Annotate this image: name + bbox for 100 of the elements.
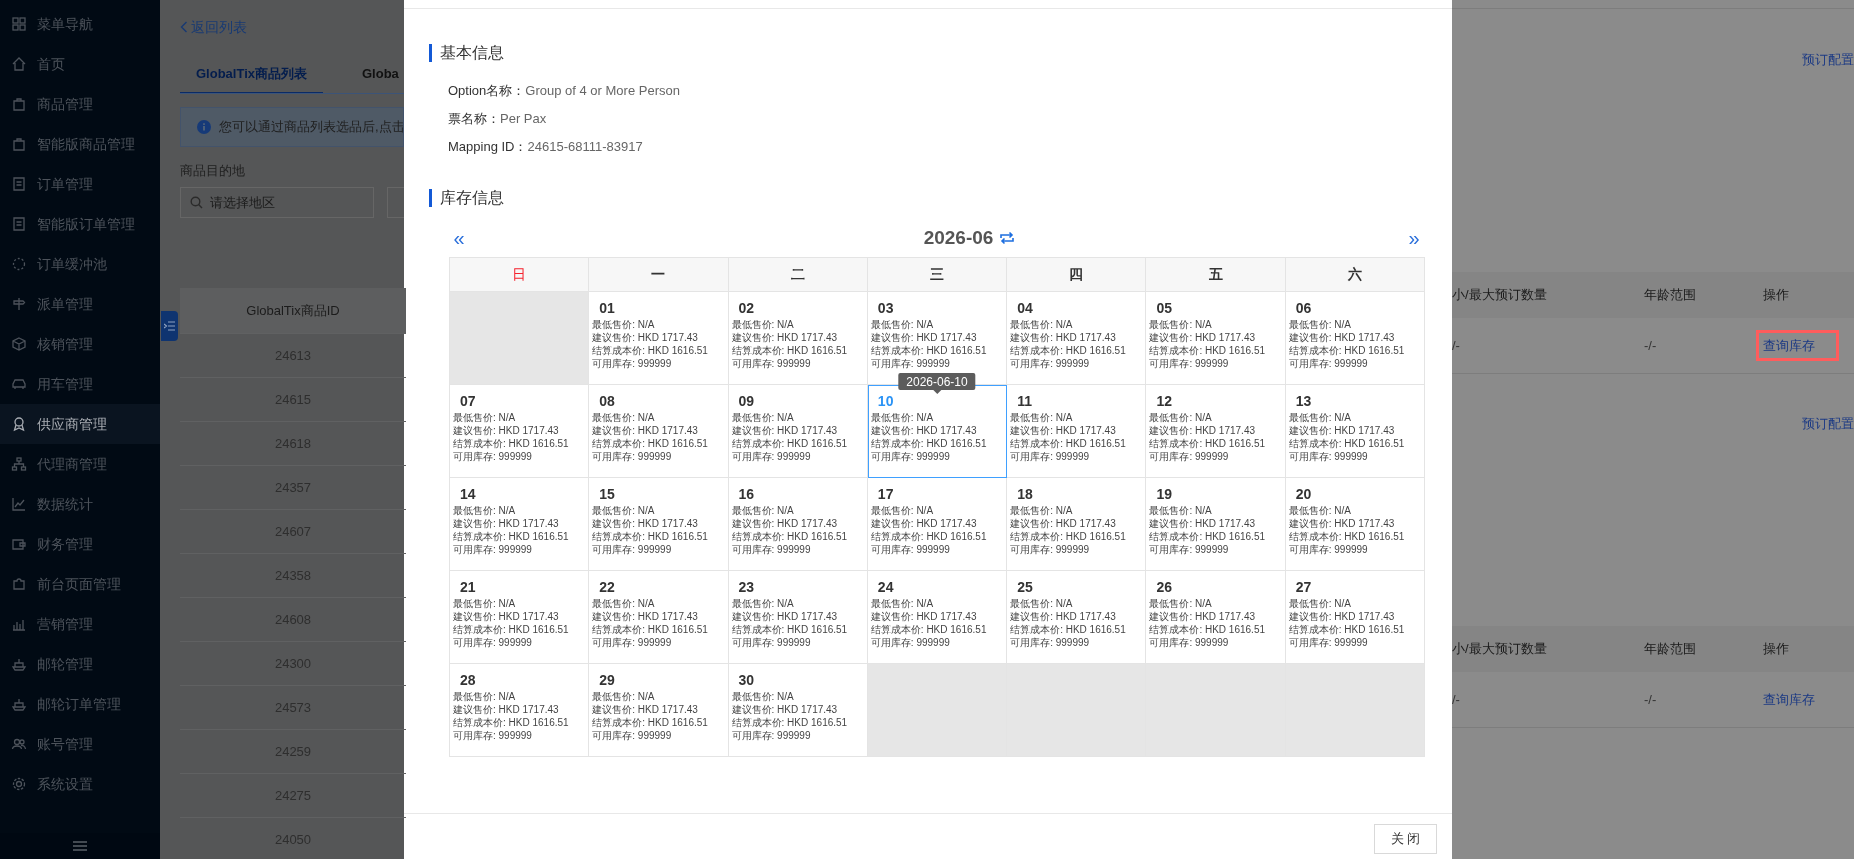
cell-text: 可用库存: 999999 xyxy=(592,357,673,370)
day-cell[interactable]: 12 最低售价: N/A 建议售价: HKD 1717.43 结算成本价: HKD 1616.51 可用库存: 999999 xyxy=(1146,385,1286,478)
cell-text: 可用库存: 999999 xyxy=(592,543,673,556)
cell-text: 结算成本价: HKD 1616.51 xyxy=(731,623,849,636)
cell-text: 可用库存: 999999 xyxy=(1288,450,1369,463)
document-icon xyxy=(11,216,27,232)
cell-text: 可用库存: 999999 xyxy=(453,636,533,649)
next-button[interactable]: » xyxy=(1404,228,1424,248)
day-number: 04 xyxy=(1017,299,1034,317)
day-cell[interactable]: 07 最低售价: N/A 建议售价: HKD 1717.43 结算成本价: HKD 1616.51 可用库存: 999999 xyxy=(450,385,590,478)
cell-text: 建议售价: HKD 1717.43 xyxy=(1149,517,1257,530)
day-cell[interactable]: 13 最低售价: N/A 建议售价: HKD 1717.43 结算成本价: HKD 1616.51 可用库存: 999999 xyxy=(1285,385,1425,478)
sidebar-item[interactable]: 供应商管理 xyxy=(0,404,160,444)
info-value: Per Pax xyxy=(500,110,547,128)
column-header: 操作 xyxy=(1763,286,1789,305)
day-cell[interactable]: 30 最低售价: N/A 建议售价: HKD 1717.43 结算成本价: HKD 1616.51 可用库存: 999999 xyxy=(728,664,868,757)
cell-text: 可用库存: 999999 xyxy=(592,450,673,463)
day-cell[interactable]: 20 最低售价: N/A 建议售价: HKD 1717.43 结算成本价: HKD 1616.51 可用库存: 999999 xyxy=(1285,478,1425,571)
cell-text: 建议售价: HKD 1717.43 xyxy=(1010,517,1117,530)
cell-text: 建议售价: HKD 1717.43 xyxy=(870,331,978,344)
info-icon xyxy=(197,120,211,134)
day-cell[interactable]: 16 最低售价: N/A 建议售价: HKD 1717.43 结算成本价: HKD 1616.51 可用库存: 999999 xyxy=(728,478,868,571)
cell-text: 最低售价: N/A xyxy=(1010,504,1074,517)
users-icon xyxy=(11,736,27,752)
cell-text: 可用库存: 999999 xyxy=(1288,543,1369,556)
cell-text: 建议售价: HKD 1717.43 xyxy=(731,703,839,716)
day-number: 07 xyxy=(460,392,477,410)
day-cell[interactable]: 04 最低售价: N/A 建议售价: HKD 1717.43 结算成本价: HKD 1616.51 可用库存: 999999 xyxy=(1007,292,1147,385)
cell-text: 可用库存: 999999 xyxy=(1288,357,1369,370)
day-cell[interactable]: 08 最低售价: N/A 建议售价: HKD 1717.43 结算成本价: HKD 1616.51 可用库存: 999999 xyxy=(589,385,729,478)
cell-text: 结算成本价: HKD 1616.51 xyxy=(453,530,570,543)
cell-text: 最低售价: N/A xyxy=(1010,597,1074,610)
grid-icon xyxy=(11,16,27,32)
cell-text: 建议售价: HKD 1717.43 xyxy=(1149,424,1257,437)
cell-text: 建议售价: HKD 1717.43 xyxy=(592,424,699,437)
refresh-icon[interactable] xyxy=(999,231,1016,245)
cell-text: 结算成本价: HKD 1616.51 xyxy=(592,623,709,636)
table-cell-text: -/- xyxy=(1644,336,1658,355)
cell-text: 建议售价: HKD 1717.43 xyxy=(731,517,839,530)
cell-text: 建议售价: HKD 1717.43 xyxy=(870,517,978,530)
cell-text: 建议售价: HKD 1717.43 xyxy=(1149,331,1257,344)
cell-text: 建议售价: HKD 1717.43 xyxy=(592,331,699,344)
day-cell[interactable]: 15 最低售价: N/A 建议售价: HKD 1717.43 结算成本价: HKD 1616.51 可用库存: 999999 xyxy=(589,478,729,571)
spinner-icon xyxy=(11,256,27,272)
bag-icon xyxy=(11,136,27,152)
day-number: 19 xyxy=(1156,485,1173,503)
section-title: 基本信息 xyxy=(440,43,504,63)
cell-text: 可用库存: 999999 xyxy=(870,543,951,556)
day-cell[interactable]: 09 最低售价: N/A 建议售价: HKD 1717.43 结算成本价: HKD 1616.51 可用库存: 999999 xyxy=(728,385,868,478)
cell-text: 结算成本价: HKD 1616.51 xyxy=(731,530,849,543)
cell-text: 最低售价: N/A xyxy=(453,504,517,517)
day-cell[interactable]: 29 最低售价: N/A 建议售价: HKD 1717.43 结算成本价: HKD 1616.51 可用库存: 999999 xyxy=(589,664,729,757)
day-cell[interactable]: 22 最低售价: N/A 建议售价: HKD 1717.43 结算成本价: HKD 1616.51 可用库存: 999999 xyxy=(589,571,729,664)
cell-text: 可用库存: 999999 xyxy=(731,729,812,742)
info-label: 票名称： xyxy=(448,110,500,128)
cell-text: 建议售价: HKD 1717.43 xyxy=(1010,331,1117,344)
day-number: 27 xyxy=(1295,578,1313,596)
day-number: 22 xyxy=(599,578,616,596)
menu-icon[interactable] xyxy=(72,840,88,852)
day-number: 17 xyxy=(877,485,895,503)
cell-text: 最低售价: N/A xyxy=(731,411,795,424)
day-cell[interactable]: 28 最低售价: N/A 建议售价: HKD 1717.43 结算成本价: HKD 1616.51 可用库存: 999999 xyxy=(450,664,590,757)
day-cell[interactable]: 17 最低售价: N/A 建议售价: HKD 1717.43 结算成本价: HKD 1616.51 可用库存: 999999 xyxy=(867,478,1008,571)
cell-text: 可用库存: 999999 xyxy=(1010,450,1091,463)
close-button[interactable]: 关 闭 xyxy=(1374,824,1437,854)
calendar-title: 2026-06 xyxy=(923,225,994,250)
day-number: 26 xyxy=(1156,578,1173,596)
day-number: 30 xyxy=(738,671,756,689)
cell-text: 最低售价: N/A xyxy=(1149,504,1213,517)
day-cell[interactable]: 18 最低售价: N/A 建议售价: HKD 1717.43 结算成本价: HKD 1616.51 可用库存: 999999 xyxy=(1007,478,1147,571)
cell-text: 结算成本价: HKD 1616.51 xyxy=(1288,530,1406,543)
day-cell[interactable]: 02 最低售价: N/A 建议售价: HKD 1717.43 结算成本价: HKD 1616.51 可用库存: 999999 xyxy=(728,292,868,385)
cell-text: 建议售价: HKD 1717.43 xyxy=(453,424,560,437)
cell-text: 可用库存: 999999 xyxy=(1010,357,1091,370)
day-cell[interactable]: 23 最低售价: N/A 建议售价: HKD 1717.43 结算成本价: HKD 1616.51 可用库存: 999999 xyxy=(728,571,868,664)
day-cell[interactable]: 06 最低售价: N/A 建议售价: HKD 1717.43 结算成本价: HKD 1616.51 可用库存: 999999 xyxy=(1285,292,1425,385)
previous-button[interactable]: « xyxy=(449,228,469,248)
signpost-icon xyxy=(11,296,27,312)
weekday-label: 三 xyxy=(930,265,944,284)
day-cell[interactable]: 11 最低售价: N/A 建议售价: HKD 1717.43 结算成本价: HKD 1616.51 可用库存: 999999 xyxy=(1007,385,1147,478)
day-cell[interactable]: 05 最低售价: N/A 建议售价: HKD 1717.43 结算成本价: HKD 1616.51 可用库存: 999999 xyxy=(1146,292,1286,385)
day-cell[interactable]: 21 最低售价: N/A 建议售价: HKD 1717.43 结算成本价: HKD 1616.51 可用库存: 999999 xyxy=(450,571,590,664)
day-cell[interactable]: 14 最低售价: N/A 建议售价: HKD 1717.43 结算成本价: HKD 1616.51 可用库存: 999999 xyxy=(450,478,590,571)
column-header: 小/最大预订数量 xyxy=(1452,640,1548,659)
document-icon xyxy=(11,176,27,192)
cell-text: 最低售价: N/A xyxy=(592,411,656,424)
day-number: 05 xyxy=(1156,299,1173,317)
cell-text: 最低售价: N/A xyxy=(870,318,935,331)
cell-text: 最低售价: N/A xyxy=(1288,504,1352,517)
line-chart-icon xyxy=(11,496,27,512)
cell-text: 可用库存: 999999 xyxy=(453,543,533,556)
day-cell[interactable]: 19 最低售价: N/A 建议售价: HKD 1717.43 结算成本价: HKD 1616.51 可用库存: 999999 xyxy=(1146,478,1286,571)
weekday-label: 日 xyxy=(512,265,527,284)
weekday-label: 一 xyxy=(651,265,666,284)
day-number: 18 xyxy=(1017,485,1034,503)
day-cell[interactable]: 01 最低售价: N/A 建议售价: HKD 1717.43 结算成本价: HKD 1616.51 可用库存: 999999 xyxy=(589,292,729,385)
cell-text: 建议售价: HKD 1717.43 xyxy=(453,517,560,530)
cell-text: 建议售价: HKD 1717.43 xyxy=(1010,424,1117,437)
collapse-handle[interactable] xyxy=(161,311,178,341)
cell-text: 可用库存: 999999 xyxy=(870,450,951,463)
